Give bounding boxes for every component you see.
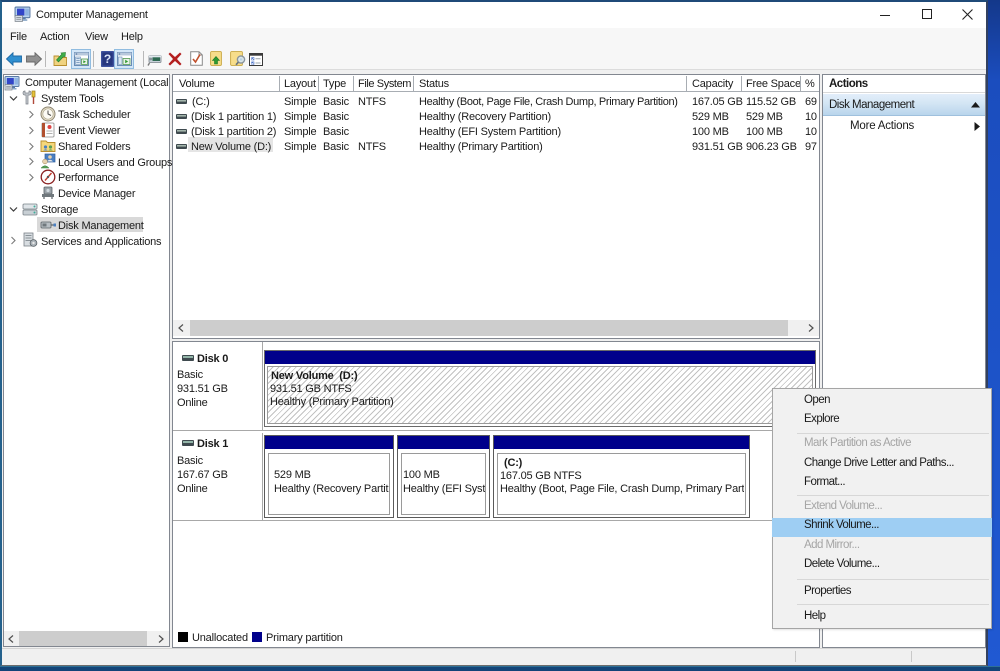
svg-text:?: ? bbox=[104, 52, 111, 66]
